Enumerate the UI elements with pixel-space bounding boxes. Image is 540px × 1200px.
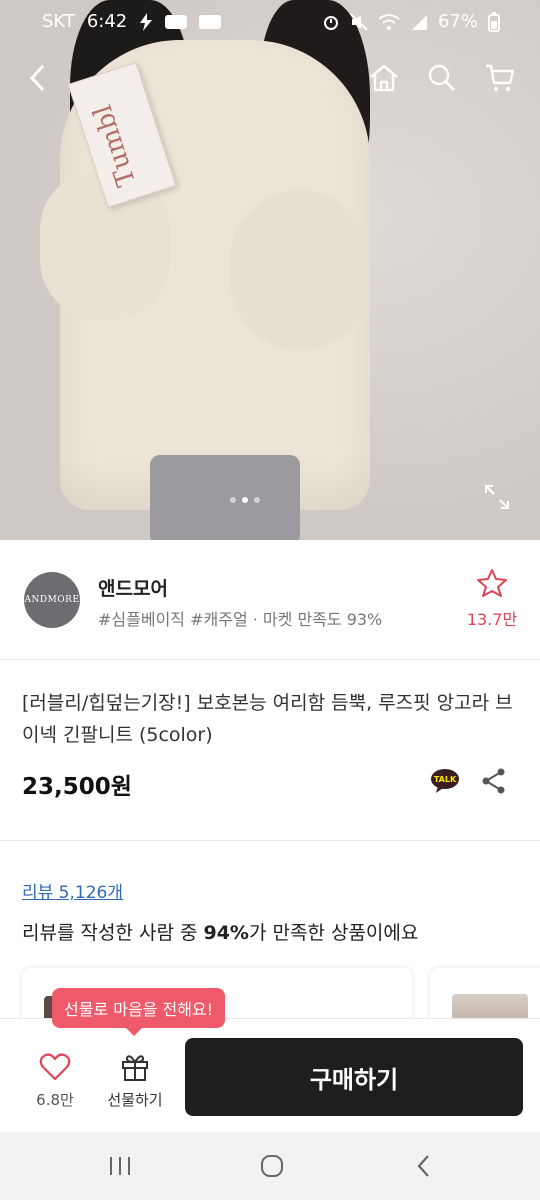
like-count: 6.8만	[36, 1091, 74, 1109]
cart-button[interactable]	[480, 58, 520, 98]
review-summary: 리뷰를 작성한 사람 중 94%가 만족한 상품이에요	[22, 918, 418, 945]
gift-button[interactable]: 선물하기	[98, 1031, 172, 1121]
signal-icon	[411, 14, 427, 30]
bottom-action-bar: 6.8만 선물하기 구매하기	[0, 1018, 540, 1132]
gift-tooltip: 선물로 마음을 전해요!	[52, 988, 226, 1036]
gift-label: 선물하기	[107, 1091, 163, 1109]
kakao-talk-icon[interactable]: TALK	[430, 768, 460, 794]
search-icon	[428, 64, 455, 91]
review-count-link[interactable]: 리뷰 5,126개	[22, 878, 123, 903]
search-button[interactable]	[422, 58, 462, 98]
image-leg	[150, 455, 300, 540]
system-back-button[interactable]	[404, 1150, 444, 1182]
webtoon-icon	[199, 14, 222, 29]
seller-section[interactable]: ANDMORE 앤드모어 #심플베이직 #캐주얼 · 마켓 만족도 93% 13…	[0, 540, 540, 660]
mute-icon	[350, 12, 368, 31]
seller-tags: #심플베이직 #캐주얼 · 마켓 만족도 93%	[98, 610, 383, 629]
alarm-icon	[323, 15, 338, 30]
system-home-button[interactable]	[252, 1150, 292, 1182]
product-info: [러블리/힙덮는기장!] 보호본능 여리함 듬뿍, 루즈핏 앙고라 브이넥 긴팔…	[0, 661, 540, 841]
heart-icon	[39, 1053, 71, 1081]
review-summary-suffix: 가 만족한 상품이에요	[248, 922, 419, 944]
seller-logo[interactable]: ANDMORE	[24, 572, 80, 628]
share-icon[interactable]	[480, 767, 508, 795]
gift-icon	[122, 1055, 148, 1081]
favorite-count: 13.7만	[466, 610, 518, 629]
home-button[interactable]	[364, 58, 404, 98]
star-icon	[477, 569, 507, 597]
back-chevron-icon	[417, 1155, 429, 1177]
home-circle-icon	[261, 1155, 283, 1177]
flash-icon	[140, 12, 153, 31]
image-sleeve-right	[230, 190, 370, 350]
system-navigation-bar	[0, 1132, 540, 1200]
review-summary-prefix: 리뷰를 작성한 사람 중	[22, 922, 204, 944]
recent-apps-icon	[110, 1157, 130, 1175]
clock: 6:42	[86, 11, 128, 32]
expand-icon[interactable]	[482, 482, 512, 512]
cart-icon	[486, 64, 515, 92]
home-icon	[370, 64, 398, 92]
pagination-dot-active	[242, 497, 248, 503]
status-bar: SKT 6:42 67%	[0, 0, 540, 44]
notification-icon	[165, 14, 188, 29]
review-satisfaction-rate: 94%	[203, 922, 249, 944]
like-button[interactable]: 6.8만	[20, 1031, 90, 1121]
top-navigation	[0, 52, 540, 102]
product-price: 23,500원	[22, 774, 132, 800]
pagination-dot	[230, 497, 236, 503]
battery-icon	[488, 11, 500, 32]
pagination-dot	[254, 497, 260, 503]
carrier-label: SKT	[42, 11, 75, 32]
buy-button[interactable]: 구매하기	[185, 1038, 523, 1116]
talk-label: TALK	[434, 775, 457, 784]
back-button[interactable]	[18, 58, 58, 98]
favorite-store-button[interactable]: 13.7만	[462, 568, 522, 630]
seller-name[interactable]: 앤드모어	[98, 574, 168, 601]
battery-percent: 67%	[437, 11, 478, 32]
chevron-left-icon	[29, 64, 45, 92]
wifi-icon	[378, 13, 400, 30]
product-title: [러블리/힙덮는기장!] 보호본능 여리함 듬뿍, 루즈핏 앙고라 브이넥 긴팔…	[22, 692, 513, 746]
recent-apps-button[interactable]	[100, 1150, 140, 1182]
image-pagination	[230, 497, 260, 503]
